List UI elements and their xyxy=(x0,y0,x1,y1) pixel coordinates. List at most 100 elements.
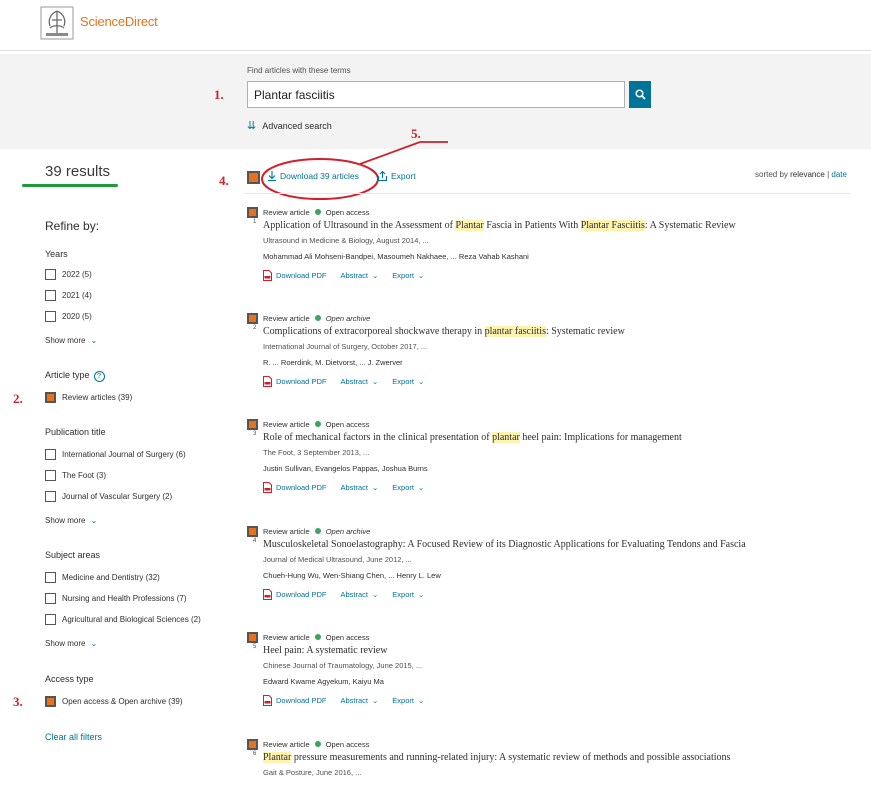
result-title-link[interactable]: Plantar pressure measurements and runnin… xyxy=(263,752,730,763)
checkbox[interactable] xyxy=(45,614,56,625)
facet-year-2022[interactable]: 2022 (5) xyxy=(45,269,92,280)
checkbox-checked[interactable] xyxy=(45,392,56,403)
search-icon xyxy=(634,89,646,100)
facet-open-access[interactable]: Open access & Open archive (39) xyxy=(45,696,183,707)
download-pdf-button[interactable]: Download PDF xyxy=(263,376,326,387)
facet-label: Medicine and Dentistry (32) xyxy=(62,573,160,582)
result-meta: Review article Open access xyxy=(247,206,847,218)
result-authors: Mohammad Ali Mohseni-Bandpei, Masoumeh N… xyxy=(263,252,529,261)
facet-subject-agri[interactable]: Agricultural and Biological Sciences (2) xyxy=(45,614,201,625)
download-pdf-button[interactable]: Download PDF xyxy=(263,695,326,706)
clear-filters-link[interactable]: Clear all filters xyxy=(45,732,102,742)
result-source[interactable]: Chinese Journal of Traumatology, June 20… xyxy=(263,661,422,670)
result-title-link[interactable]: Heel pain: A systematic review xyxy=(263,645,387,656)
chevron-down-icon: ⌄ xyxy=(417,271,425,280)
publication-title: Publication title xyxy=(45,427,106,437)
advanced-search-link[interactable]: ⇊ Advanced search xyxy=(247,120,332,131)
facet-subject-nursing[interactable]: Nursing and Health Professions (7) xyxy=(45,593,187,604)
download-icon xyxy=(268,171,276,181)
title-text: Fascia in Patients With xyxy=(483,220,581,231)
checkbox[interactable] xyxy=(45,470,56,481)
result-source[interactable]: Ultrasound in Medicine & Biology, August… xyxy=(263,236,429,245)
select-all-checkbox[interactable] xyxy=(247,171,260,184)
checkbox[interactable] xyxy=(45,449,56,460)
download-all-label: Download 39 articles xyxy=(280,171,359,181)
chevron-down-icon: ⌄ xyxy=(417,483,425,492)
abstract-toggle[interactable]: Abstract ⌄ xyxy=(340,696,378,705)
facet-pub-ijs[interactable]: International Journal of Surgery (6) xyxy=(45,449,186,460)
export-toggle[interactable]: Export ⌄ xyxy=(392,483,424,492)
years-title: Years xyxy=(45,249,68,259)
refine-heading: Refine by: xyxy=(45,219,100,233)
annotation-3: 3. xyxy=(13,694,23,709)
checkbox[interactable] xyxy=(45,269,56,280)
abstract-toggle[interactable]: Abstract ⌄ xyxy=(340,377,378,386)
download-pdf-button[interactable]: Download PDF xyxy=(263,482,326,493)
export-toggle[interactable]: Export ⌄ xyxy=(392,377,424,386)
export-toggle[interactable]: Export ⌄ xyxy=(392,590,424,599)
facet-year-2020[interactable]: 2020 (5) xyxy=(45,311,92,322)
download-all-button[interactable]: Download 39 articles xyxy=(268,171,359,181)
sort-date[interactable]: date xyxy=(831,170,847,179)
result-checkbox[interactable] xyxy=(247,631,258,643)
facet-review-articles[interactable]: Review articles (39) xyxy=(45,392,132,403)
search-input[interactable] xyxy=(247,81,625,108)
result-checkbox[interactable] xyxy=(247,418,258,430)
info-icon[interactable]: ? xyxy=(93,371,105,382)
export-label: Export xyxy=(392,271,414,280)
checkbox[interactable] xyxy=(45,593,56,604)
abstract-toggle[interactable]: Abstract ⌄ xyxy=(340,483,378,492)
facet-pub-jvs[interactable]: Journal of Vascular Surgery (2) xyxy=(45,491,172,502)
annotation-2: 2. xyxy=(13,391,23,406)
result-checkbox[interactable] xyxy=(247,312,258,324)
result-source[interactable]: Journal of Medical Ultrasound, June 2012… xyxy=(263,555,412,564)
search-button[interactable] xyxy=(629,81,651,108)
chevron-down-icon: ⌄ xyxy=(90,336,98,345)
publication-show-more[interactable]: Show more ⌄ xyxy=(45,516,97,525)
annotation-1: 1. xyxy=(214,87,224,102)
sort-relevance[interactable]: relevance xyxy=(790,170,825,179)
result-checkbox[interactable] xyxy=(247,738,258,750)
facet-year-2021[interactable]: 2021 (4) xyxy=(45,290,92,301)
export-toggle[interactable]: Export ⌄ xyxy=(392,696,424,705)
checkbox[interactable] xyxy=(45,311,56,322)
result-source[interactable]: International Journal of Surgery, Octobe… xyxy=(263,342,427,351)
result-title-link[interactable]: Role of mechanical factors in the clinic… xyxy=(263,432,682,443)
checkbox[interactable] xyxy=(45,491,56,502)
result-item: Review article Open access 5 Heel pain: A s… xyxy=(247,631,847,706)
result-number: 6 xyxy=(253,751,257,757)
export-all-button[interactable]: Export xyxy=(378,171,416,181)
abstract-toggle[interactable]: Abstract ⌄ xyxy=(340,590,378,599)
export-toggle[interactable]: Export ⌄ xyxy=(392,271,424,280)
result-checkbox[interactable] xyxy=(247,525,258,537)
result-item: Review article Open archive 2 Complications… xyxy=(247,312,847,387)
title-highlight: Plantar xyxy=(263,752,292,763)
checkbox-checked[interactable] xyxy=(45,696,56,707)
result-checkbox[interactable] xyxy=(247,206,258,218)
export-label: Export xyxy=(392,377,414,386)
chevron-down-icon: ⌄ xyxy=(90,639,98,648)
search-label: Find articles with these terms xyxy=(247,66,351,75)
result-title-link[interactable]: Musculoskeletal Sonoelastography: A Focu… xyxy=(263,539,746,550)
result-source[interactable]: Gait & Posture, June 2016, ... xyxy=(263,768,361,777)
title-text: : A Systematic Review xyxy=(644,220,736,231)
result-authors: Justin Sullivan, Evangelos Pappas, Joshu… xyxy=(263,464,428,473)
facet-pub-foot[interactable]: The Foot (3) xyxy=(45,470,106,481)
download-pdf-button[interactable]: Download PDF xyxy=(263,270,326,281)
checkbox[interactable] xyxy=(45,572,56,583)
elsevier-logo[interactable] xyxy=(40,6,74,40)
pdf-icon xyxy=(263,589,272,600)
advanced-search-label: Advanced search xyxy=(262,121,332,131)
abstract-toggle[interactable]: Abstract ⌄ xyxy=(340,271,378,280)
brand-name[interactable]: ScienceDirect xyxy=(80,14,158,29)
access-badge: Open archive xyxy=(325,313,371,323)
subject-show-more[interactable]: Show more ⌄ xyxy=(45,639,97,648)
result-source[interactable]: The Foot, 3 September 2013, ... xyxy=(263,448,369,457)
result-title-link[interactable]: Application of Ultrasound in the Assessm… xyxy=(263,220,736,231)
years-show-more[interactable]: Show more ⌄ xyxy=(45,336,97,345)
title-text: heel pain: Implications for management xyxy=(519,432,682,443)
checkbox[interactable] xyxy=(45,290,56,301)
result-title-link[interactable]: Complications of extracorporeal shockwav… xyxy=(263,326,625,337)
facet-subject-medicine[interactable]: Medicine and Dentistry (32) xyxy=(45,572,160,583)
download-pdf-button[interactable]: Download PDF xyxy=(263,589,326,600)
